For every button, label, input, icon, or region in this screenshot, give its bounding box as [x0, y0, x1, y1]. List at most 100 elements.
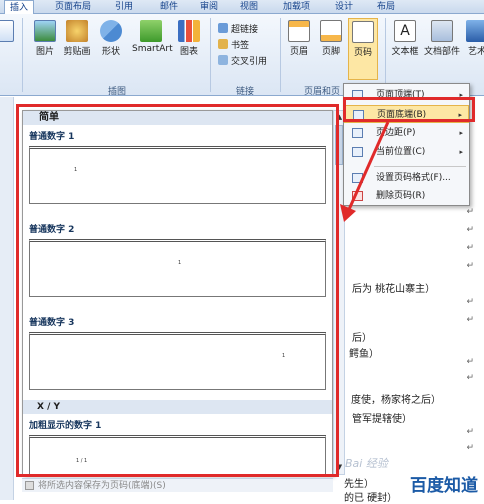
- page-margins-icon: [352, 128, 363, 138]
- menu-item-page-margins[interactable]: 页边距(P) ▸: [344, 124, 469, 142]
- picture-icon: [34, 20, 56, 42]
- hyperlink-button[interactable]: 超链接: [218, 22, 258, 35]
- paragraph-mark: ↵: [466, 443, 474, 453]
- tab-page-layout[interactable]: 页面布局: [55, 0, 91, 14]
- bookmark-button[interactable]: 书签: [218, 38, 249, 51]
- hyperlink-label: 超链接: [231, 25, 259, 35]
- group-label-links: 链接: [236, 87, 255, 97]
- chart-icon: [178, 20, 200, 42]
- header-label: 页眉: [289, 47, 308, 57]
- tab-layout[interactable]: 布局: [377, 0, 395, 14]
- page-number-icon: [352, 21, 374, 43]
- group-separator: [280, 18, 281, 92]
- footer-label: 页脚: [321, 47, 340, 57]
- vertical-ruler: [0, 97, 14, 500]
- remove-page-numbers-icon: [352, 191, 363, 201]
- paragraph-mark: ↵: [466, 373, 474, 383]
- paragraph-mark: ↵: [466, 207, 474, 217]
- clipart-icon: [66, 20, 88, 42]
- submenu-arrow-icon: ▸: [459, 148, 463, 156]
- quick-parts-icon: [431, 20, 453, 42]
- tab-mailings[interactable]: 邮件: [160, 0, 178, 14]
- watermark-faint: Bai 经验: [345, 457, 388, 470]
- footer-icon: [320, 20, 342, 42]
- paragraph-mark: ↵: [466, 357, 474, 367]
- page-number-button[interactable]: 页码: [348, 18, 378, 80]
- table-button[interactable]: [0, 20, 18, 44]
- table-icon: [0, 20, 14, 42]
- wordart-icon: [466, 20, 484, 42]
- hyperlink-icon: [218, 23, 228, 33]
- tab-view[interactable]: 视图: [240, 0, 258, 14]
- page-number-label: 页码: [353, 48, 372, 58]
- doc-line: 的已 硬封）: [344, 493, 398, 504]
- group-separator: [210, 18, 211, 92]
- annotation-frame-gallery: [16, 104, 339, 477]
- paragraph-mark: ↵: [466, 427, 474, 437]
- footer-button[interactable]: 页脚: [316, 20, 346, 57]
- save-icon: [25, 481, 34, 490]
- cross-reference-icon: [218, 55, 228, 65]
- menu-item-current-position[interactable]: 当前位置(C) ▸: [344, 143, 469, 161]
- shapes-icon: [100, 20, 122, 42]
- group-separator: [22, 18, 23, 92]
- submenu-arrow-icon: ▸: [459, 129, 463, 137]
- current-position-icon: [352, 147, 363, 157]
- tab-design[interactable]: 设计: [335, 0, 353, 14]
- tab-insert[interactable]: 插入: [4, 0, 35, 15]
- wordart-label: 艺术: [467, 47, 484, 57]
- textbox-label: 文本框: [391, 47, 419, 57]
- doc-line: 先生）: [344, 479, 374, 490]
- tab-review[interactable]: 审阅: [200, 0, 218, 14]
- header-icon: [288, 20, 310, 42]
- chart-button[interactable]: 图表: [174, 20, 204, 57]
- menu-item-remove-page-numbers[interactable]: 删除页码(R): [344, 187, 469, 205]
- smartart-label: SmartArt: [132, 44, 173, 54]
- picture-button[interactable]: 图片: [30, 20, 60, 57]
- paragraph-mark: ↵: [466, 261, 474, 271]
- ribbon-tab-bar: 插入 页面布局 引用 邮件 审阅 视图 加载项 设计 布局: [0, 0, 484, 15]
- save-selection-as-page-number-button[interactable]: 将所选内容保存为页码(底端)(S): [22, 478, 333, 492]
- tab-addins[interactable]: 加载项: [283, 0, 310, 14]
- save-selection-label: 将所选内容保存为页码(底端)(S): [38, 481, 166, 491]
- menu-item-format-page-numbers[interactable]: 设置页码格式(F)...: [344, 169, 469, 187]
- menu-separator: [374, 166, 466, 167]
- shapes-label: 形状: [101, 47, 120, 57]
- shapes-button[interactable]: 形状: [96, 20, 126, 57]
- quick-parts-label: 文档部件: [424, 47, 461, 57]
- paragraph-mark: ↵: [466, 315, 474, 325]
- group-separator: [385, 18, 386, 92]
- menu-item-label: 当前位置(C): [376, 147, 426, 157]
- paragraph-mark: ↵: [466, 225, 474, 235]
- menu-item-label: 删除页码(R): [376, 191, 426, 201]
- annotation-frame-menu-item: [343, 97, 475, 122]
- menu-item-label: 页边距(P): [376, 128, 416, 138]
- group-label-header-footer: 页眉和页: [304, 87, 341, 97]
- format-page-numbers-icon: [352, 173, 363, 183]
- clipart-label: 剪贴画: [63, 47, 91, 57]
- bookmark-label: 书签: [231, 41, 250, 51]
- watermark-logo: 百度知道: [410, 476, 478, 496]
- group-label-illustrations: 插图: [108, 87, 127, 97]
- textbox-button[interactable]: A 文本框: [390, 20, 420, 57]
- textbox-icon: A: [394, 20, 416, 42]
- doc-line: 鳄鱼）: [349, 349, 379, 360]
- clipart-button[interactable]: 剪贴画: [62, 20, 92, 57]
- paragraph-mark: ↵: [466, 297, 474, 307]
- smartart-button[interactable]: SmartArt: [132, 20, 173, 54]
- quick-parts-button[interactable]: 文档部件: [424, 20, 460, 57]
- doc-line: 度使，杨家将之后）: [351, 395, 441, 406]
- header-button[interactable]: 页眉: [284, 20, 314, 57]
- cross-reference-label: 交叉引用: [231, 57, 268, 67]
- menu-item-label: 设置页码格式(F)...: [376, 173, 451, 183]
- tab-references[interactable]: 引用: [115, 0, 133, 14]
- paragraph-mark: ↵: [466, 243, 474, 253]
- doc-line: 后）: [352, 333, 372, 344]
- doc-line: 后为 桃花山寨主）: [352, 284, 436, 295]
- doc-line: 管军提辖使）: [352, 414, 412, 425]
- cross-reference-button[interactable]: 交叉引用: [218, 54, 267, 67]
- chart-label: 图表: [179, 47, 198, 57]
- picture-label: 图片: [35, 47, 54, 57]
- smartart-icon: [140, 20, 162, 42]
- wordart-button[interactable]: 艺术: [462, 20, 484, 57]
